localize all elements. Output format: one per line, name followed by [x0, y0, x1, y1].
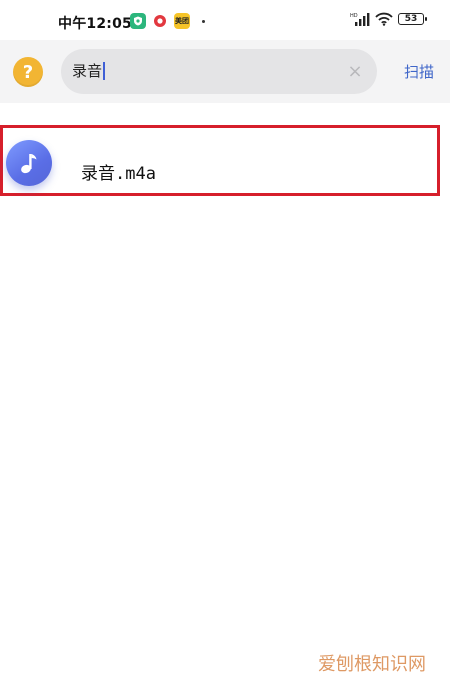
search-header: ? 录音 × 扫描: [0, 40, 450, 103]
shield-app-icon: [130, 13, 146, 29]
system-icons: HD 53: [350, 12, 427, 26]
scan-button[interactable]: 扫描: [404, 61, 434, 82]
record-app-icon: [152, 13, 168, 29]
more-notifications-dot: [202, 19, 205, 23]
network-label: HD: [350, 13, 358, 19]
search-query-text: 录音: [72, 62, 103, 80]
help-button[interactable]: ?: [13, 57, 43, 87]
meituan-app-icon: 美团: [174, 13, 190, 29]
clear-icon[interactable]: ×: [343, 59, 367, 83]
list-item[interactable]: 录音.m4a: [0, 125, 440, 196]
status-time: 中午12:05: [58, 16, 132, 32]
music-note-icon: [6, 140, 52, 186]
wifi-icon: [375, 12, 393, 26]
shield-icon: [134, 16, 142, 26]
file-name: 录音.m4a: [81, 164, 156, 184]
search-input-value[interactable]: 录音: [72, 62, 106, 80]
text-cursor: [103, 62, 106, 80]
search-input[interactable]: 录音 ×: [61, 49, 377, 94]
question-mark-icon: ?: [22, 61, 34, 83]
battery-icon: 53: [398, 13, 427, 25]
signal-icon: HD: [350, 13, 370, 26]
status-bar: 中午12:05 美团 HD 53: [0, 0, 450, 40]
record-icon: [154, 15, 166, 27]
watermark: 爱刨根知识网: [318, 654, 426, 675]
notification-icons: 美团: [130, 13, 205, 29]
music-note-glyph: [21, 154, 37, 174]
